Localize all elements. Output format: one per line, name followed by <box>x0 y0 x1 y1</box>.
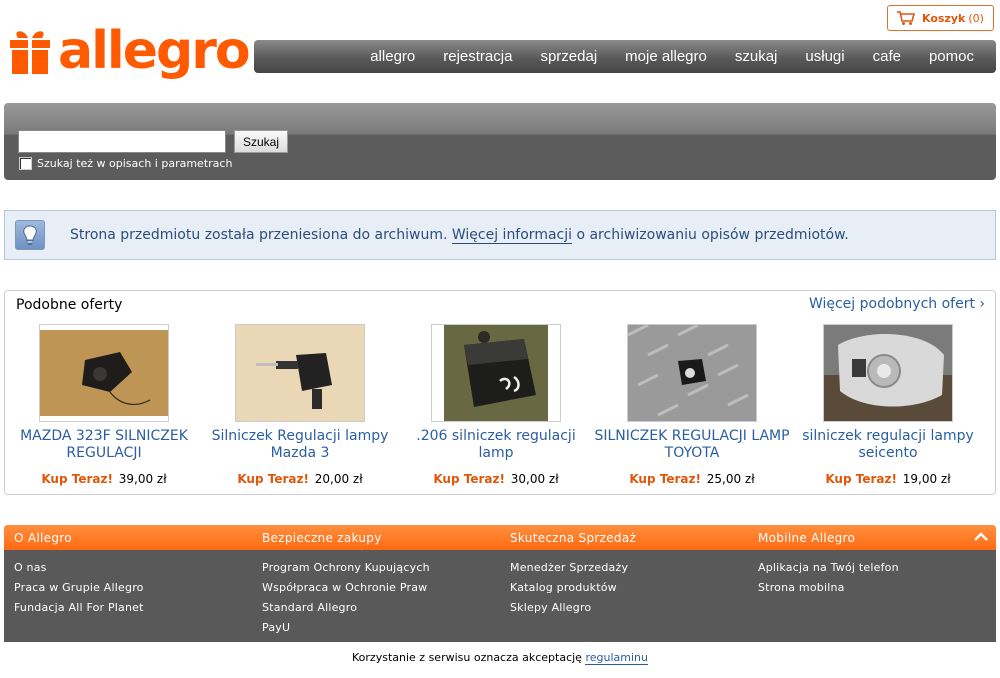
footer-heading-mobilne-allegro: Mobilne Allegro <box>758 530 856 545</box>
cart-icon <box>897 11 916 25</box>
search-input[interactable] <box>18 130 226 153</box>
footer-link[interactable]: Katalog produktów <box>510 578 748 598</box>
main-nav: allegro rejestracja sprzedaj moje allegr… <box>254 40 996 73</box>
footer-column: Aplikacja na Twój telefon Strona mobilna <box>748 558 996 638</box>
offer-price-row: Kup Teraz! 39,00 zł <box>6 472 202 486</box>
offer-image[interactable] <box>627 324 757 422</box>
nav-item-allegro[interactable]: allegro <box>370 48 415 65</box>
gift-icon <box>10 31 50 74</box>
offer-title[interactable]: .206 silniczek regulacji lamp <box>398 428 594 462</box>
buy-now-label: Kup Teraz! <box>629 472 701 486</box>
nav-item-rejestracja[interactable]: rejestracja <box>443 48 512 65</box>
nav-item-uslugi[interactable]: usługi <box>805 48 844 65</box>
search-bar: Szukaj Szukaj też w opisach i parametrac… <box>4 103 996 180</box>
product-photo <box>444 325 548 421</box>
offer-price: 25,00 zł <box>706 472 755 486</box>
nav-item-moje-allegro[interactable]: moje allegro <box>625 48 707 65</box>
offer-title[interactable]: SILNICZEK REGULACJI LAMP TOYOTA <box>594 428 790 462</box>
offer-price: 39,00 zł <box>118 472 167 486</box>
footer-link[interactable]: Standard Allegro <box>262 598 500 618</box>
offer-price-row: Kup Teraz! 19,00 zł <box>790 472 986 486</box>
search-button[interactable]: Szukaj <box>234 130 288 153</box>
offer-card[interactable]: SILNICZEK REGULACJI LAMP TOYOTA Kup Tera… <box>594 324 790 486</box>
offer-card[interactable]: MAZDA 323F SILNICZEK REGULACJI Kup Teraz… <box>6 324 202 486</box>
footer-heading-o-allegro: O Allegro <box>14 530 72 545</box>
buy-now-label: Kup Teraz! <box>41 472 113 486</box>
buy-now-label: Kup Teraz! <box>825 472 897 486</box>
lightbulb-icon <box>15 220 45 250</box>
nav-item-pomoc[interactable]: pomoc <box>929 48 974 65</box>
footer-header: O Allegro Bezpieczne zakupy Skuteczna Sp… <box>4 525 996 550</box>
offer-title[interactable]: Silniczek Regulacji lampy Mazda 3 <box>202 428 398 462</box>
logo-text: allegro <box>58 21 251 81</box>
footer-column: Menedżer Sprzedaży Katalog produktów Skl… <box>500 558 748 638</box>
similar-offers: Podobne oferty Więcej podobnych ofert › … <box>4 290 996 495</box>
offer-price-row: Kup Teraz! 25,00 zł <box>594 472 790 486</box>
legal-notice: Korzystanie z serwisu oznacza akceptację… <box>0 651 1000 665</box>
offer-card[interactable]: Silniczek Regulacji lampy Mazda 3 Kup Te… <box>202 324 398 486</box>
footer-link[interactable]: O nas <box>14 558 252 578</box>
offer-title[interactable]: silniczek regulacji lampy seicento <box>790 428 986 462</box>
checkbox[interactable] <box>19 157 32 170</box>
offer-card[interactable]: silniczek regulacji lampy seicento Kup T… <box>790 324 986 486</box>
nav-item-cafe[interactable]: cafe <box>873 48 901 65</box>
footer-column: Program Ochrony Kupujących Współpraca w … <box>252 558 500 638</box>
footer-column: O nas Praca w Grupie Allegro Fundacja Al… <box>4 558 252 638</box>
footer-link[interactable]: PayU <box>262 618 500 638</box>
offer-price: 19,00 zł <box>902 472 951 486</box>
offer-card[interactable]: .206 silniczek regulacji lamp Kup Teraz!… <box>398 324 594 486</box>
footer-columns: O nas Praca w Grupie Allegro Fundacja Al… <box>4 550 996 638</box>
offer-title[interactable]: MAZDA 323F SILNICZEK REGULACJI <box>6 428 202 462</box>
product-photo <box>628 325 756 421</box>
cart-button[interactable]: Koszyk (0) <box>887 5 994 31</box>
more-info-link[interactable]: Więcej informacji <box>451 227 573 244</box>
footer-link[interactable]: Fundacja All For Planet <box>14 598 252 618</box>
checkbox-label: Szukaj też w opisach i parametrach <box>37 157 233 170</box>
offer-price: 30,00 zł <box>510 472 559 486</box>
footer-link[interactable]: Sklepy Allegro <box>510 598 748 618</box>
more-similar-link[interactable]: Więcej podobnych ofert › <box>809 296 985 312</box>
footer-link[interactable]: Menedżer Sprzedaży <box>510 558 748 578</box>
footer-link[interactable]: Strona mobilna <box>758 578 996 598</box>
notice-text: Strona przedmiotu została przeniesiona d… <box>70 227 849 244</box>
notice-text-before: Strona przedmiotu została przeniesiona d… <box>70 227 452 243</box>
buy-now-label: Kup Teraz! <box>237 472 309 486</box>
product-photo <box>236 325 364 421</box>
search-descriptions-checkbox[interactable]: Szukaj też w opisach i parametrach <box>19 157 232 170</box>
notice-text-after: o archiwizowaniu opisów przedmiotów. <box>572 227 849 243</box>
product-photo <box>824 325 952 421</box>
offer-image[interactable] <box>431 324 561 422</box>
offer-image[interactable] <box>235 324 365 422</box>
footer-link[interactable]: Program Ochrony Kupujących <box>262 558 500 578</box>
footer-link[interactable]: Współpraca w Ochronie Praw <box>262 578 500 598</box>
footer-link[interactable]: Praca w Grupie Allegro <box>14 578 252 598</box>
allegro-logo[interactable]: allegro <box>8 21 251 88</box>
offer-price-row: Kup Teraz! 20,00 zł <box>202 472 398 486</box>
footer-link[interactable]: Aplikacja na Twój telefon <box>758 558 996 578</box>
offer-image[interactable] <box>823 324 953 422</box>
archive-notice: Strona przedmiotu została przeniesiona d… <box>4 210 996 260</box>
similar-offers-title: Podobne oferty <box>16 297 123 313</box>
footer: O Allegro Bezpieczne zakupy Skuteczna Sp… <box>4 525 996 642</box>
cart-count: (0) <box>968 11 984 25</box>
terms-link[interactable]: regulaminu <box>585 651 648 665</box>
cart-label: Koszyk <box>922 11 966 25</box>
offer-image[interactable] <box>39 324 169 422</box>
footer-heading-bezpieczne-zakupy: Bezpieczne zakupy <box>262 530 382 545</box>
nav-item-szukaj[interactable]: szukaj <box>735 48 778 65</box>
offer-price: 20,00 zł <box>314 472 363 486</box>
offer-price-row: Kup Teraz! 30,00 zł <box>398 472 594 486</box>
chevron-up-icon[interactable] <box>974 532 988 542</box>
legal-text: Korzystanie z serwisu oznacza akceptację <box>352 651 586 664</box>
buy-now-label: Kup Teraz! <box>433 472 505 486</box>
product-photo <box>40 330 168 416</box>
footer-heading-skuteczna-sprzedaz: Skuteczna Sprzedaż <box>510 530 637 545</box>
nav-item-sprzedaj[interactable]: sprzedaj <box>540 48 597 65</box>
